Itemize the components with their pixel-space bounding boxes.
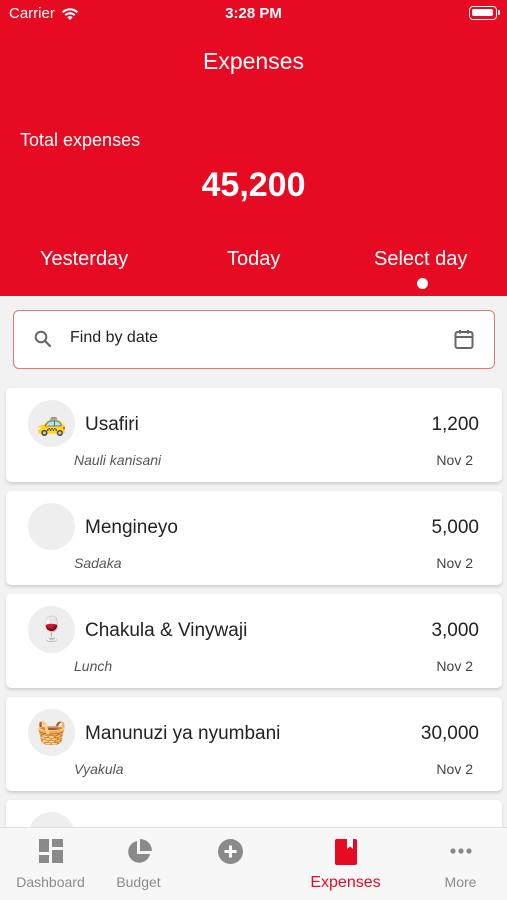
tab-label: Budget [116, 874, 161, 890]
selected-tab-indicator [417, 278, 428, 289]
blank-icon [28, 503, 75, 550]
date-search-box[interactable] [13, 310, 495, 369]
expense-note: Sadaka [74, 555, 122, 571]
expense-category: Manunuzi ya nyumbani [85, 723, 281, 744]
expense-amount: 1,200 [431, 414, 479, 435]
taxi-icon: 🚕 [28, 400, 75, 447]
expense-note: Lunch [74, 658, 113, 674]
tab-budget[interactable]: Budget [88, 828, 189, 900]
expense-card[interactable]: 🚕 Usafiri Nauli kanisani 1,200 Nov 2 [6, 388, 502, 482]
pie-chart-icon [127, 839, 152, 863]
header: Carrier 3:28 PM Expenses Total expenses … [0, 0, 507, 296]
tab-expenses[interactable]: Expenses [295, 828, 396, 900]
status-bar: Carrier 3:28 PM [0, 0, 507, 28]
expense-card[interactable]: 🍷 Chakula & Vinywaji Lunch 3,000 Nov 2 [6, 594, 502, 688]
expense-category: Chakula & Vinywaji [85, 620, 248, 641]
expense-amount: 5,000 [431, 517, 479, 538]
expense-date: Nov 2 [436, 658, 473, 674]
book-icon [334, 839, 357, 865]
expense-date: Nov 2 [436, 761, 473, 777]
expense-card[interactable]: 🧺 Manunuzi ya nyumbani Vyakula 30,000 No… [6, 697, 502, 791]
total-expenses-label: Total expenses [20, 130, 141, 150]
more-dots-icon [449, 848, 472, 854]
expense-category: Mengineyo [85, 517, 178, 538]
tab-more[interactable]: More [410, 828, 507, 900]
tab-today[interactable]: Today [227, 248, 280, 271]
status-time: 3:28 PM [225, 5, 282, 22]
total-expenses-value: 45,200 [201, 166, 306, 204]
battery-icon [469, 6, 500, 20]
food-drink-icon: 🍷 [28, 606, 75, 653]
tab-yesterday[interactable]: Yesterday [40, 248, 128, 271]
expense-note: Nauli kanisani [74, 452, 162, 468]
expense-category: Usafiri [85, 414, 139, 435]
tab-add[interactable] [180, 828, 281, 900]
tab-select-day[interactable]: Select day [374, 248, 467, 271]
add-circle-icon [218, 839, 243, 864]
expense-amount: 3,000 [431, 620, 479, 641]
shopping-basket-icon: 🧺 [28, 709, 75, 756]
page-title: Expenses [202, 48, 304, 74]
tab-label: Expenses [310, 874, 381, 891]
tab-label: Dashboard [16, 874, 85, 890]
expense-note: Vyakula [74, 761, 124, 777]
expense-date: Nov 2 [436, 555, 473, 571]
tab-label: More [444, 874, 477, 890]
search-icon [34, 330, 52, 348]
calendar-icon[interactable] [454, 329, 474, 350]
tab-dashboard[interactable]: Dashboard [0, 828, 101, 900]
expense-card[interactable]: Mengineyo Sadaka 5,000 Nov 2 [6, 491, 502, 585]
dashboard-icon [38, 839, 63, 863]
date-search-input[interactable] [70, 329, 440, 347]
expense-amount: 30,000 [420, 723, 479, 744]
bottom-tab-bar: Dashboard Budget Expenses More [0, 827, 507, 900]
expense-date: Nov 2 [436, 452, 473, 468]
